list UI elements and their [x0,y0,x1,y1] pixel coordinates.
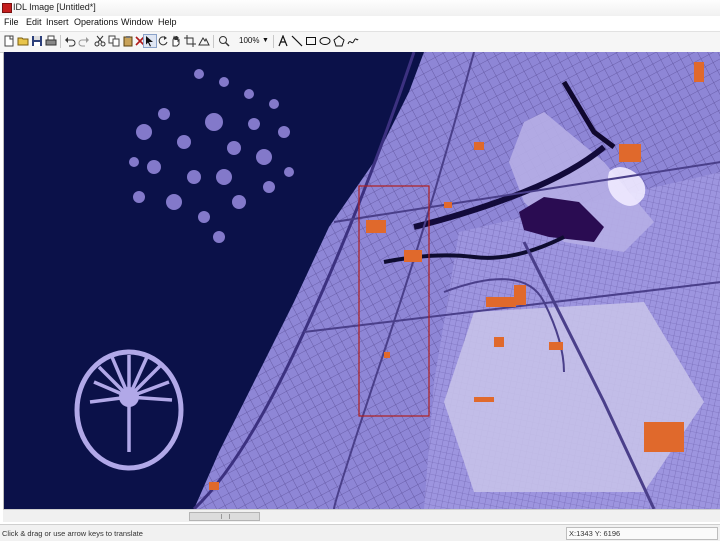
menu-edit[interactable]: Edit [26,17,42,27]
crop-icon[interactable] [184,35,196,47]
open-icon[interactable] [17,35,29,47]
status-bar: Click & drag or use arrow keys to transl… [0,524,720,541]
rotate-icon[interactable] [157,35,169,47]
print-icon[interactable] [45,35,57,47]
freehand-icon[interactable] [347,35,359,47]
select-arrow-icon[interactable] [143,34,157,48]
paste-icon[interactable] [122,35,134,47]
menu-help[interactable]: Help [158,17,177,27]
chevron-down-icon: ▼ [262,37,269,44]
image-canvas[interactable] [3,52,720,509]
new-icon[interactable] [3,35,15,47]
save-icon[interactable] [31,35,43,47]
zoom-value: 100% [239,36,260,45]
title-bar: IDL Image [Untitled*] [0,0,720,17]
menu-insert[interactable]: Insert [46,17,69,27]
toolbar-separator [213,35,214,48]
menu-bar: File Edit Insert Operations Window Help [0,16,720,30]
menu-operations[interactable]: Operations [74,17,118,27]
coordinates-readout: X:1343 Y: 6196 [569,529,621,538]
hand-icon[interactable] [170,35,182,47]
polygon-icon[interactable] [333,35,345,47]
cut-icon[interactable] [94,35,106,47]
mountain-icon[interactable] [198,35,210,47]
menu-file[interactable]: File [4,17,19,27]
toolbar-separator [60,35,61,48]
status-message: Click & drag or use arrow keys to transl… [2,529,143,538]
text-icon[interactable] [277,35,289,47]
grip-icon [221,514,230,519]
window-title: IDL Image [Untitled*] [13,2,96,12]
line-icon[interactable] [291,35,303,47]
coordinates-panel: X:1343 Y: 6196 [566,527,718,540]
redo-icon[interactable] [78,35,90,47]
toolbar-separator [273,35,274,48]
menu-window[interactable]: Window [121,17,153,27]
app-icon [2,3,12,13]
horizontal-scrollbar[interactable] [3,509,720,522]
ellipse-icon[interactable] [319,35,331,47]
rectangle-icon[interactable] [305,35,317,47]
zoom-select[interactable]: 100% ▼ [237,35,269,47]
satellite-image [4,52,720,509]
copy-icon[interactable] [108,35,120,47]
scroll-thumb[interactable] [189,512,260,521]
undo-icon[interactable] [64,35,76,47]
zoom-icon[interactable] [218,35,230,47]
toolbar: 100% ▼ [0,31,720,53]
